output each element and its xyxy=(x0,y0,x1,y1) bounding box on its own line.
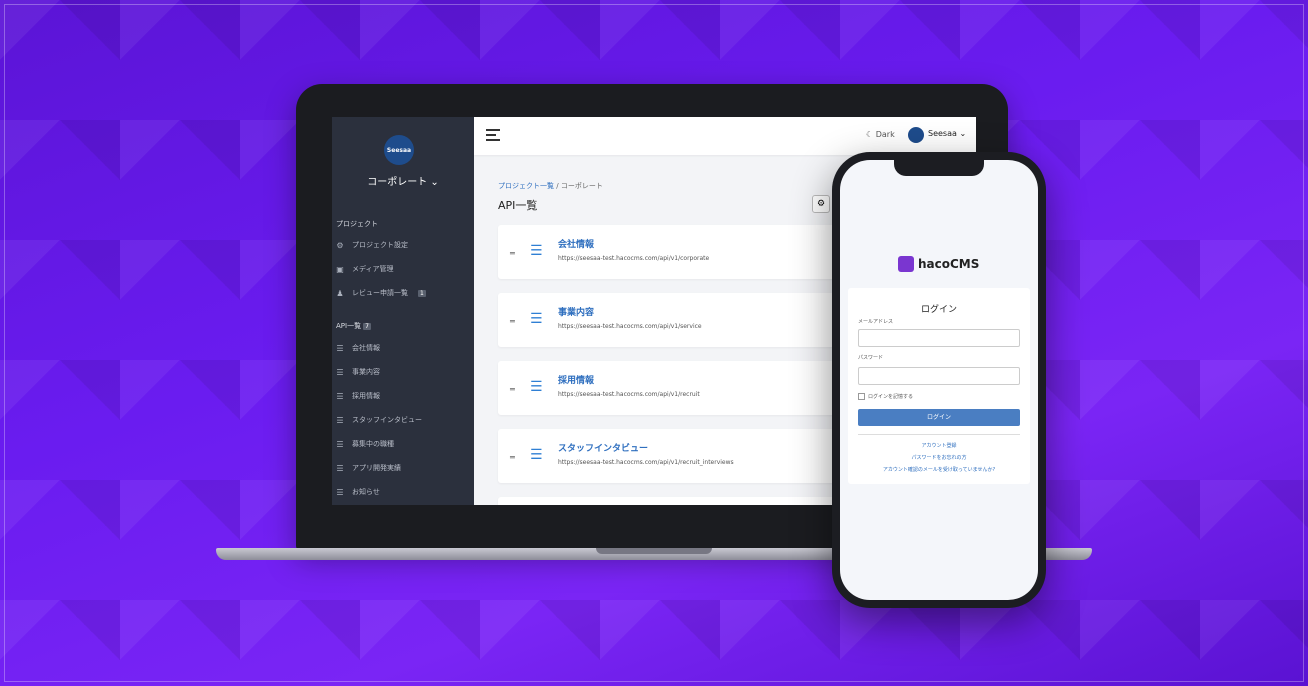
dark-mode-toggle[interactable]: ☾ Dark xyxy=(866,130,895,139)
api-url: https://seesaa-test.hacocms.com/api/v1/c… xyxy=(558,255,710,262)
user-name: Seesaa xyxy=(928,129,957,138)
project-select[interactable]: コーポレート ⌄ xyxy=(332,173,474,188)
api-name[interactable]: 事業内容 xyxy=(558,305,594,318)
api-name[interactable]: スタッフインタビュー xyxy=(558,441,648,454)
sidebar-item-label: 募集中の職種 xyxy=(352,440,394,448)
api-url: https://seesaa-test.hacocms.com/api/v1/r… xyxy=(558,459,734,466)
project-name: コーポレート xyxy=(367,177,428,188)
laptop-notch xyxy=(596,548,712,554)
sidebar-item-api[interactable]: ☰ スタッフインタビュー xyxy=(336,415,422,425)
user-menu[interactable]: Seesaa ⌄ xyxy=(928,129,966,138)
register-link[interactable]: アカウント登録 xyxy=(848,442,1030,449)
chevron-down-icon: ⌄ xyxy=(959,129,967,138)
email-label: メールアドレス xyxy=(858,319,894,325)
page-title: API一覧 xyxy=(498,199,538,212)
sidebar-item-api[interactable]: ☰ アプリ開発実績 xyxy=(336,463,401,473)
list-icon: ☰ xyxy=(530,447,543,463)
sidebar-heading-label: API一覧 xyxy=(336,322,362,330)
api-name[interactable]: 会社情報 xyxy=(558,237,594,250)
sidebar-item-label: メディア管理 xyxy=(352,265,394,273)
remember-me[interactable]: ログインを記憶する xyxy=(858,393,913,400)
sidebar-item-reviews[interactable]: ♟ レビュー申請一覧 1 xyxy=(336,288,426,298)
drag-handle-icon[interactable]: ═ xyxy=(510,385,515,394)
forgot-password-link[interactable]: パスワードをお忘れの方 xyxy=(848,454,1030,461)
divider xyxy=(858,434,1020,435)
api-url: https://seesaa-test.hacocms.com/api/v1/r… xyxy=(558,391,700,398)
top-bar: ☾ Dark Seesaa ⌄ xyxy=(474,117,976,155)
review-count-badge: 1 xyxy=(418,289,426,297)
list-icon: ☰ xyxy=(336,391,344,401)
list-icon: ☰ xyxy=(530,379,543,395)
breadcrumb: プロジェクト一覧 / コーポレート xyxy=(498,181,603,191)
menu-icon[interactable] xyxy=(486,129,500,144)
sidebar-item-api[interactable]: ☰ 採用情報 xyxy=(336,391,380,401)
sidebar-item-api[interactable]: ☰ 募集中の職種 xyxy=(336,439,394,449)
breadcrumb-root[interactable]: プロジェクト一覧 xyxy=(498,182,554,190)
sidebar-heading-api: API一覧 7 xyxy=(336,321,371,331)
gear-icon: ⚙ xyxy=(816,199,826,209)
api-card[interactable]: ═ ☰ 事業内容 https://seesaa-test.hacocms.com… xyxy=(498,293,838,347)
list-icon: ☰ xyxy=(530,243,543,259)
project-logo: Seesaa xyxy=(384,135,414,165)
sidebar-item-project-settings[interactable]: ⚙ プロジェクト設定 xyxy=(336,240,408,250)
haco-logo-text: hacoCMS xyxy=(918,257,980,271)
login-button[interactable]: ログイン xyxy=(858,409,1020,426)
sidebar-heading-project: プロジェクト xyxy=(336,220,378,228)
email-field[interactable] xyxy=(858,329,1020,347)
api-card[interactable]: ═ ☰ スタッフインタビュー https://seesaa-test.hacoc… xyxy=(498,429,838,483)
drag-handle-icon[interactable]: ═ xyxy=(510,453,515,462)
list-icon: ☰ xyxy=(336,415,344,425)
chevron-down-icon: ⌄ xyxy=(430,177,439,188)
api-name[interactable]: 採用情報 xyxy=(558,373,594,386)
list-icon: ☰ xyxy=(336,439,344,449)
gear-icon: ⚙ xyxy=(336,240,344,250)
settings-button[interactable]: ⚙ xyxy=(812,195,830,213)
sidebar-item-api[interactable]: ☰ 会社情報 xyxy=(336,343,380,353)
password-label: パスワード xyxy=(858,355,884,361)
list-icon: ☰ xyxy=(336,487,344,497)
list-icon: ☰ xyxy=(530,311,543,327)
sidebar-item-label: レビュー申請一覧 xyxy=(352,289,408,297)
remember-label: ログインを記憶する xyxy=(868,394,914,400)
breadcrumb-separator: / xyxy=(556,182,559,190)
login-card: ログイン メールアドレス パスワード ログインを記憶する ログイン アカウント登… xyxy=(848,288,1030,484)
api-card xyxy=(498,497,838,505)
sidebar-item-label: 事業内容 xyxy=(352,368,380,376)
drag-handle-icon[interactable]: ═ xyxy=(510,317,515,326)
sidebar-item-label: お知らせ xyxy=(352,488,380,496)
sidebar-item-label: スタッフインタビュー xyxy=(352,416,422,424)
list-icon: ☰ xyxy=(336,463,344,473)
api-count-badge: 7 xyxy=(363,323,371,330)
resend-confirmation-link[interactable]: アカウント確認のメールを受け取っていませんか? xyxy=(848,466,1030,473)
dark-mode-label: Dark xyxy=(875,130,895,139)
login-title: ログイン xyxy=(920,305,957,315)
api-url: https://seesaa-test.hacocms.com/api/v1/s… xyxy=(558,323,702,330)
avatar[interactable] xyxy=(908,127,924,143)
breadcrumb-current: コーポレート xyxy=(560,182,603,190)
sidebar-item-media[interactable]: ▣ メディア管理 xyxy=(336,264,394,274)
list-icon: ☰ xyxy=(336,343,344,353)
api-card[interactable]: ═ ☰ 採用情報 https://seesaa-test.hacocms.com… xyxy=(498,361,838,415)
media-icon: ▣ xyxy=(336,264,344,274)
list-icon: ☰ xyxy=(336,367,344,377)
api-card[interactable]: ═ ☰ 会社情報 https://seesaa-test.hacocms.com… xyxy=(498,225,838,279)
remember-checkbox[interactable] xyxy=(858,393,865,400)
haco-logo-icon xyxy=(898,256,914,272)
haco-logo: hacoCMS xyxy=(898,256,979,272)
sidebar-item-api[interactable]: ☰ 事業内容 xyxy=(336,367,380,377)
password-field[interactable] xyxy=(858,367,1020,385)
user-icon: ♟ xyxy=(336,288,344,298)
moon-icon: ☾ xyxy=(866,130,874,139)
sidebar: Seesaa コーポレート ⌄ プロジェクト ⚙ プロジェクト設定 ▣ メディア管理… xyxy=(332,117,474,505)
sidebar-item-label: 会社情報 xyxy=(352,344,380,352)
drag-handle-icon[interactable]: ═ xyxy=(510,249,515,258)
phone-screen: hacoCMS ログイン メールアドレス パスワード ログインを記憶する ログイ… xyxy=(840,160,1038,600)
sidebar-item-label: 採用情報 xyxy=(352,392,380,400)
sidebar-item-label: アプリ開発実績 xyxy=(352,464,401,472)
sidebar-item-api[interactable]: ☰ お知らせ xyxy=(336,487,380,497)
phone-notch xyxy=(894,160,984,176)
sidebar-item-label: プロジェクト設定 xyxy=(352,241,408,249)
